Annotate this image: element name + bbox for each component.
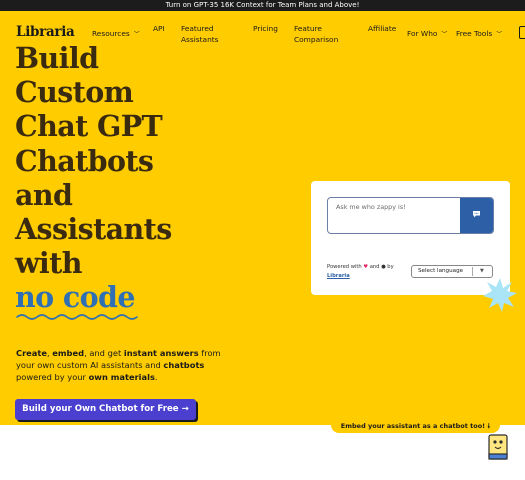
heart-icon: ♥ bbox=[363, 264, 369, 270]
logo[interactable]: Libraria bbox=[16, 24, 75, 40]
nav-feature-comparison[interactable]: Feature Comparison bbox=[294, 23, 338, 45]
nav-comparison-line2: Comparison bbox=[294, 35, 339, 44]
chevron-down-icon: ﹀ bbox=[441, 31, 448, 38]
nav-free-tools[interactable]: Free Tools ﹀ bbox=[456, 28, 502, 40]
hero-headline: Build Custom Chat GPT Chatbots and Assis… bbox=[15, 41, 235, 315]
nav-resources[interactable]: Resources ﹀ bbox=[92, 28, 140, 40]
nav-featured-line1: Featured bbox=[181, 24, 214, 33]
desc-instant-answers: instant answers bbox=[123, 348, 199, 358]
embed-tab-label: Embed your assistant as a chatbot too! bbox=[340, 422, 486, 430]
build-chatbot-button[interactable]: Build your Own Chatbot for Free → bbox=[15, 399, 196, 420]
chat-input-placeholder: Ask me who zappy is! bbox=[336, 203, 406, 211]
powered-and: and bbox=[369, 264, 380, 270]
language-select-value: Select language bbox=[418, 268, 464, 274]
nav-api[interactable]: API bbox=[153, 23, 165, 34]
headline-line: Build bbox=[15, 41, 99, 75]
headline-line: Chatbots bbox=[15, 143, 154, 178]
desc-text: . bbox=[154, 371, 158, 382]
headline-line: Assistants bbox=[15, 212, 172, 247]
powered-prefix: Powered with bbox=[327, 264, 362, 270]
send-button[interactable] bbox=[460, 198, 493, 233]
nav-resources-label: Resources bbox=[92, 29, 130, 38]
cta-label: Build your Own Chatbot for Free bbox=[22, 404, 179, 414]
desc-embed: embed bbox=[52, 348, 85, 358]
chat-bubble-icon bbox=[473, 211, 480, 218]
nav-affiliate[interactable]: Affiliate bbox=[368, 23, 396, 34]
nav-for-who[interactable]: For Who ﹀ bbox=[407, 28, 447, 40]
nav-for-who-label: For Who bbox=[407, 29, 438, 38]
announcement-bar[interactable]: Turn on GPT-35 16K Context for Team Plan… bbox=[0, 0, 525, 11]
headline-line: Chat GPT bbox=[15, 109, 163, 144]
powered-by-text: Powered with ♥ and ● by Libraria bbox=[327, 263, 409, 280]
starburst-icon bbox=[483, 278, 517, 312]
powered-by: by bbox=[387, 264, 394, 270]
bulb-icon: ● bbox=[381, 264, 386, 270]
nav-free-tools-label: Free Tools bbox=[456, 29, 493, 38]
hero-description: Create, embed, and get instant answers f… bbox=[16, 348, 226, 383]
arrow-down-icon: 🠗 bbox=[487, 422, 491, 430]
headline-line: with bbox=[15, 246, 82, 281]
chevron-down-icon: ▼ bbox=[480, 268, 484, 274]
chat-widget-preview: Ask me who zappy is! Powered with ♥ and … bbox=[311, 181, 510, 295]
nav-login-button[interactable] bbox=[519, 26, 525, 39]
chevron-down-icon: ﹀ bbox=[133, 31, 140, 38]
desc-own-materials: own materials bbox=[88, 371, 155, 382]
desc-text: powered by your bbox=[16, 371, 89, 382]
chevron-down-icon: ﹀ bbox=[496, 31, 503, 38]
desc-create: Create bbox=[16, 348, 47, 358]
hero-section: Libraria Resources ﹀ API Featured Assista… bbox=[0, 11, 525, 425]
desc-chatbots: chatbots bbox=[163, 359, 205, 370]
nav-pricing[interactable]: Pricing bbox=[253, 23, 278, 34]
book-mascot-icon[interactable] bbox=[486, 432, 510, 462]
language-select[interactable]: Select language ▼ bbox=[411, 265, 493, 278]
nav-comparison-line1: Feature bbox=[294, 24, 322, 33]
libraria-link[interactable]: Libraria bbox=[327, 273, 350, 279]
headline-line: Custom bbox=[15, 75, 134, 110]
squiggle-underline-icon bbox=[16, 314, 138, 320]
arrow-right-icon: → bbox=[181, 404, 189, 414]
chat-input[interactable]: Ask me who zappy is! bbox=[327, 197, 494, 234]
desc-text: , and get bbox=[84, 348, 124, 358]
headline-accent: no code bbox=[15, 280, 135, 315]
embed-chatbot-tab[interactable]: Embed your assistant as a chatbot too! 🠗 bbox=[331, 421, 500, 433]
select-divider bbox=[472, 267, 473, 276]
headline-line: and bbox=[15, 177, 73, 212]
